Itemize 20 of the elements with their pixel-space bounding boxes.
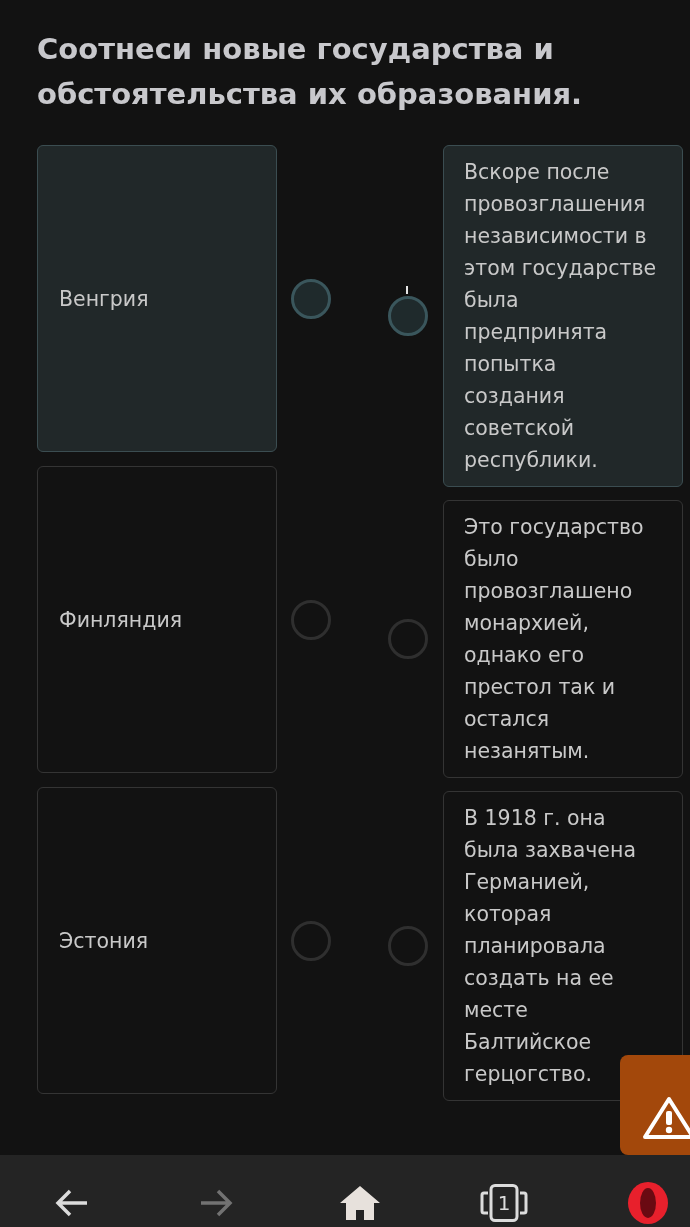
home-icon[interactable] bbox=[340, 1186, 380, 1220]
tabs-icon bbox=[480, 1184, 528, 1222]
description-card[interactable]: Вскоре после провозглашения независимости в этом государстве была предпринята попытка создания советской республики. bbox=[443, 145, 683, 487]
connector-handle[interactable] bbox=[388, 926, 428, 966]
opera-logo-icon[interactable] bbox=[628, 1182, 668, 1224]
connector-handle[interactable] bbox=[388, 296, 428, 336]
description-card[interactable]: Это государство было провозглашено монархией, однако его престол так и остался незанятым. bbox=[443, 500, 683, 778]
answer-card[interactable]: Венгрия bbox=[37, 145, 277, 452]
description-card[interactable]: В 1918 г. она была захвачена Германией, которая планировала создать на ее месте Балтийское герцогство. bbox=[443, 791, 683, 1101]
back-arrow-icon[interactable] bbox=[55, 1189, 89, 1217]
connector-handle[interactable] bbox=[291, 599, 331, 640]
connector-handle[interactable] bbox=[291, 920, 331, 961]
answer-card[interactable]: Финляндия bbox=[37, 466, 277, 773]
tabs-button[interactable]: 1 bbox=[480, 1184, 528, 1222]
warning-icon bbox=[643, 1095, 690, 1140]
connector-handle[interactable] bbox=[291, 278, 331, 319]
answer-card[interactable]: Эстония bbox=[37, 787, 277, 1094]
warning-button[interactable] bbox=[620, 1055, 690, 1155]
connector-handle[interactable] bbox=[388, 619, 428, 659]
question-title: Соотнеси новые государства и обстоятельства их образования. bbox=[37, 31, 584, 113]
